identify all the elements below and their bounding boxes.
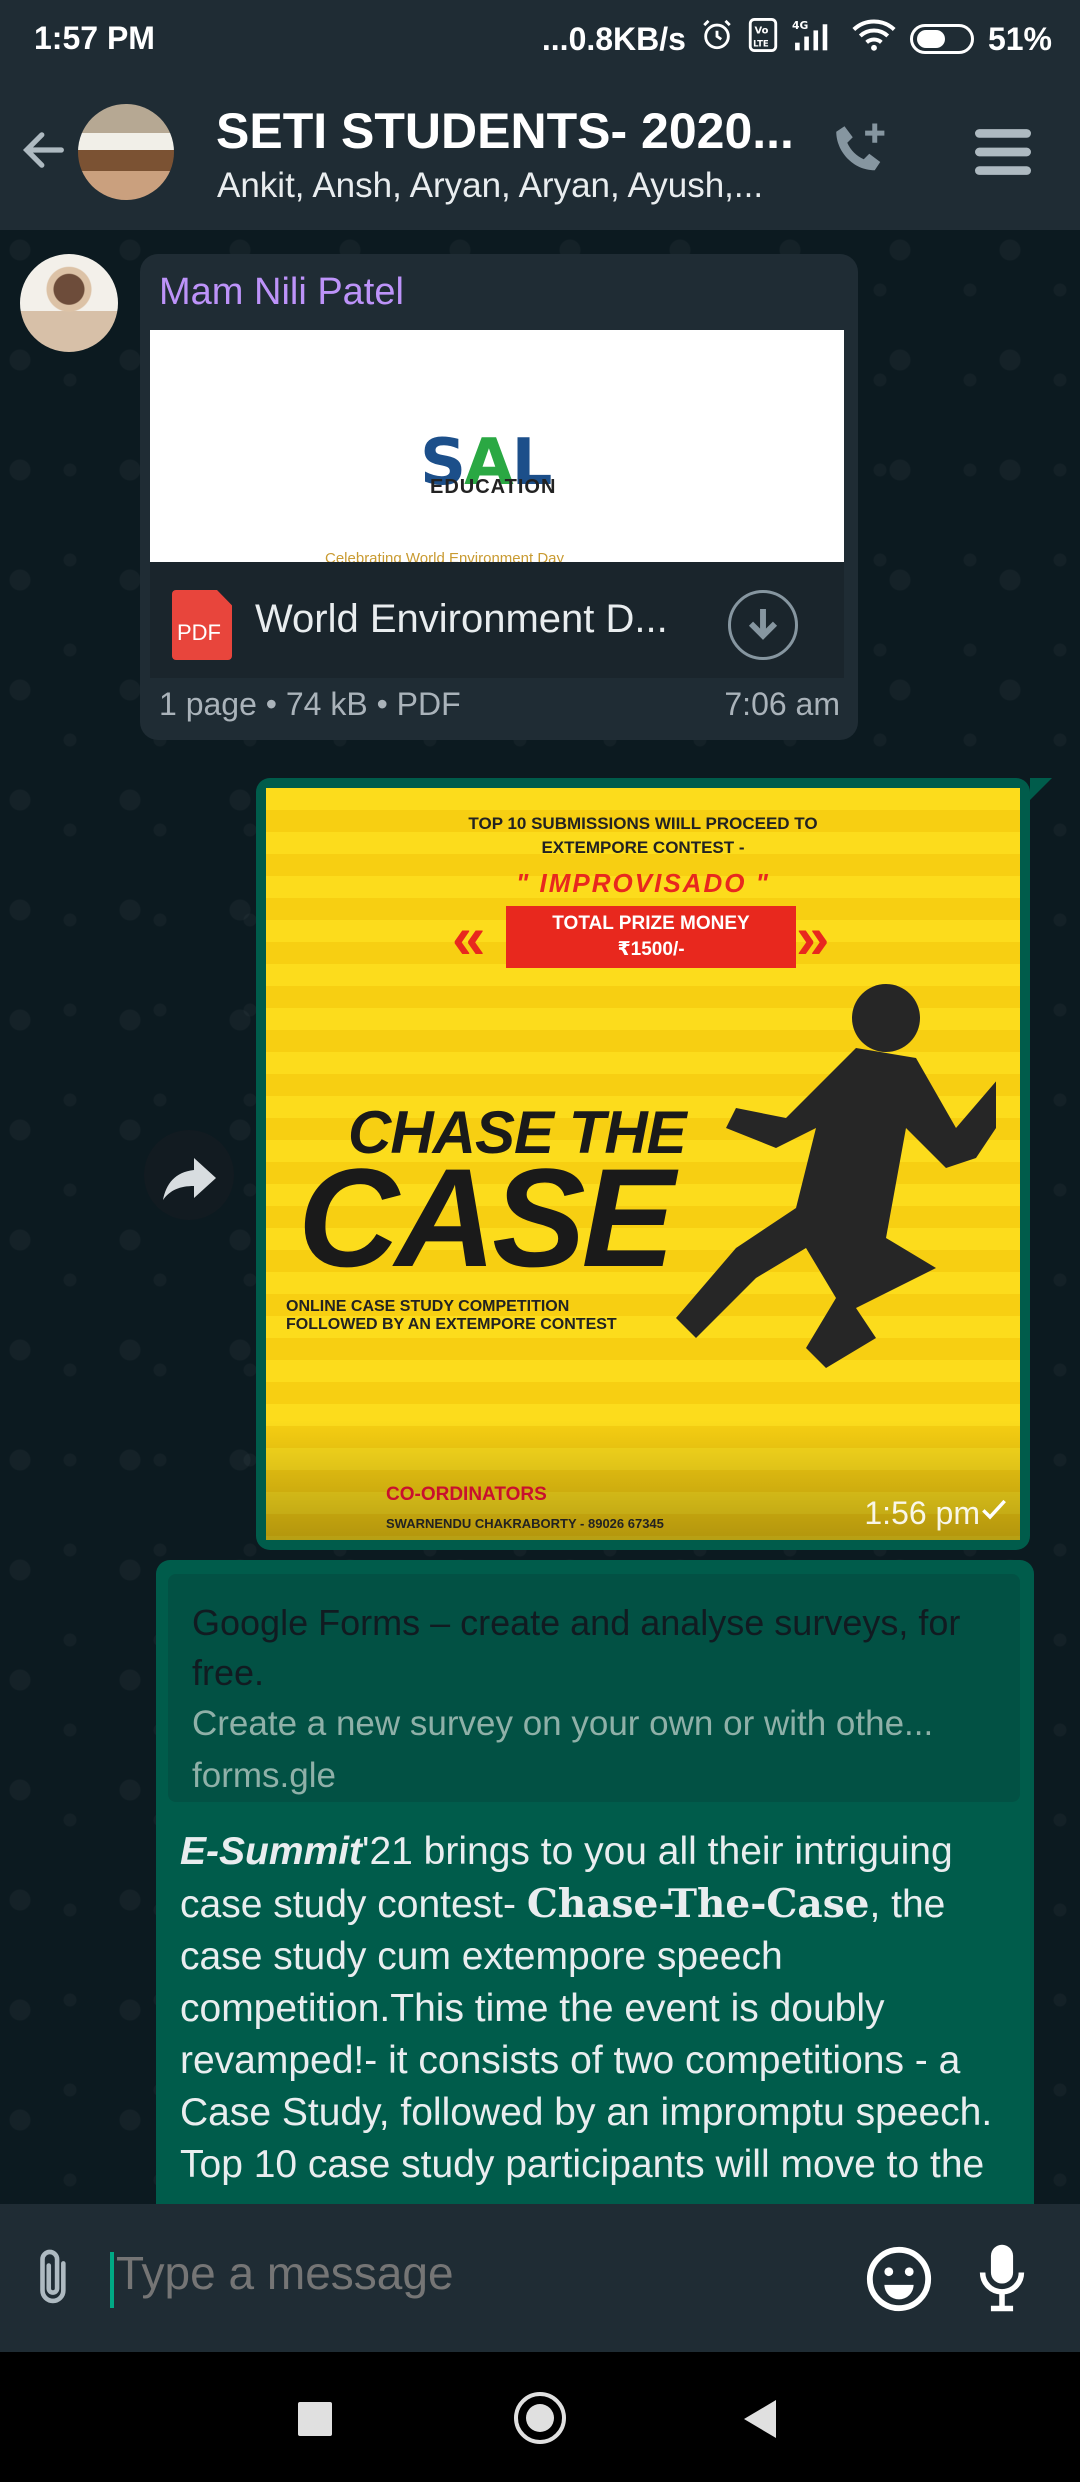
message-time: 1:56 pm: [864, 1495, 980, 1531]
home-icon[interactable]: [514, 2392, 566, 2444]
chat-area[interactable]: Mam Nili Patel SAL EDUCATION Celebrating…: [0, 230, 1080, 2204]
poster-prize: TOTAL PRIZE MONEY ₹1500/-: [506, 906, 796, 968]
message-time: 7:06 am: [724, 686, 840, 722]
pdf-icon: PDF: [172, 590, 232, 660]
forward-icon[interactable]: [144, 1130, 234, 1220]
preview-cut-text: Celebrating World Environment Day: [325, 550, 564, 562]
link-message[interactable]: Google Forms – create and analyse survey…: [156, 1560, 1034, 2204]
svg-text:4G: 4G: [792, 19, 808, 32]
message-input[interactable]: [116, 2246, 714, 2300]
link-url[interactable]: forms.gle: [192, 1756, 336, 1796]
hamburger-menu-icon[interactable]: [972, 124, 1034, 185]
sender-avatar[interactable]: [20, 254, 118, 352]
sender-name[interactable]: Mam Nili Patel: [159, 271, 404, 314]
image-message[interactable]: TOP 10 SUBMISSIONS WIILL PROCEED TO EXTE…: [256, 778, 1052, 1550]
group-title[interactable]: SETI STUDENTS- 2020...: [216, 102, 794, 160]
poster-coordinators: CO-ORDINATORS: [386, 1484, 547, 1505]
poster-contest-name: " IMPROVISADO ": [515, 868, 770, 898]
volte-icon: Vo LTE: [748, 18, 778, 60]
poster-coordinator-names: SWARNENDU CHAKRABORTY - 89026 67345: [386, 1516, 664, 1531]
document-file-row[interactable]: PDF World Environment D...: [150, 562, 844, 678]
svg-text:LTE: LTE: [753, 39, 769, 49]
signal-icon: 4G: [792, 18, 838, 60]
message-text: E-Summit'21 brings to you all their intr…: [180, 1826, 1010, 2191]
back-triangle-icon[interactable]: [744, 2400, 776, 2438]
document-name: World Environment D...: [255, 597, 668, 641]
group-members[interactable]: Ankit, Ansh, Aryan, Aryan, Ayush,...: [217, 166, 763, 206]
document-preview[interactable]: SAL EDUCATION Celebrating World Environm…: [150, 330, 844, 562]
wifi-icon: [852, 18, 896, 60]
battery-icon: [909, 24, 974, 54]
arrow-left-icon[interactable]: [18, 124, 70, 181]
alarm-icon: [700, 18, 734, 60]
navigation-bar: [0, 2352, 1080, 2482]
poster-image[interactable]: TOP 10 SUBMISSIONS WIILL PROCEED TO EXTE…: [266, 788, 1020, 1540]
text-cursor: [110, 2252, 114, 2308]
poster-headline-2: CASE: [298, 1139, 675, 1296]
paperclip-icon[interactable]: [30, 2246, 80, 2315]
svg-text:Vo: Vo: [754, 26, 768, 37]
poster-subtitle: ONLINE CASE STUDY COMPETITION FOLLOWED B…: [286, 1298, 617, 1333]
text-part-2: , the case study cum extempore speech co…: [180, 1883, 993, 2186]
battery-level: 51%: [987, 20, 1052, 57]
status-bar: 1:57 PM ...0.8KB/s Vo LTE 4G 51%: [0, 0, 1080, 76]
message-composer: [0, 2204, 1080, 2352]
bold-text: E-Summit: [180, 1830, 363, 1873]
link-description: Create a new survey on your own or with …: [192, 1704, 934, 1743]
recent-apps-icon[interactable]: [298, 2402, 332, 2436]
status-time: 1:57 PM: [34, 20, 155, 56]
microphone-icon[interactable]: [974, 2242, 1030, 2319]
chevron-right-icon: »: [796, 904, 830, 971]
poster-top-line2: EXTEMPORE CONTEST -: [541, 838, 745, 857]
status-icons: ...0.8KB/s Vo LTE 4G 51%: [542, 18, 1052, 60]
poster-top-line1: TOP 10 SUBMISSIONS WIILL PROCEED TO: [468, 814, 818, 833]
smiley-icon[interactable]: [864, 2244, 934, 2319]
download-icon[interactable]: [728, 590, 798, 660]
checkmark-icon: [978, 1493, 1010, 1530]
link-preview-card[interactable]: Google Forms – create and analyse survey…: [168, 1574, 1020, 1802]
add-call-icon[interactable]: [828, 118, 894, 189]
document-meta: 1 page • 74 kB • PDF: [159, 686, 461, 722]
document-message[interactable]: Mam Nili Patel SAL EDUCATION Celebrating…: [140, 254, 858, 740]
chevron-left-icon: «: [452, 904, 486, 971]
serif-text: Chase-The-Case: [526, 1881, 870, 1927]
screen: 1:57 PM ...0.8KB/s Vo LTE 4G 51% SETI STU…: [0, 0, 1080, 2482]
group-avatar[interactable]: [78, 104, 174, 200]
net-speed: ...0.8KB/s: [541, 20, 686, 57]
chat-header: SETI STUDENTS- 2020... Ankit, Ansh, Arya…: [0, 76, 1080, 230]
sal-logo-sub: EDUCATION: [430, 476, 557, 498]
link-title: Google Forms – create and analyse survey…: [192, 1602, 961, 1693]
